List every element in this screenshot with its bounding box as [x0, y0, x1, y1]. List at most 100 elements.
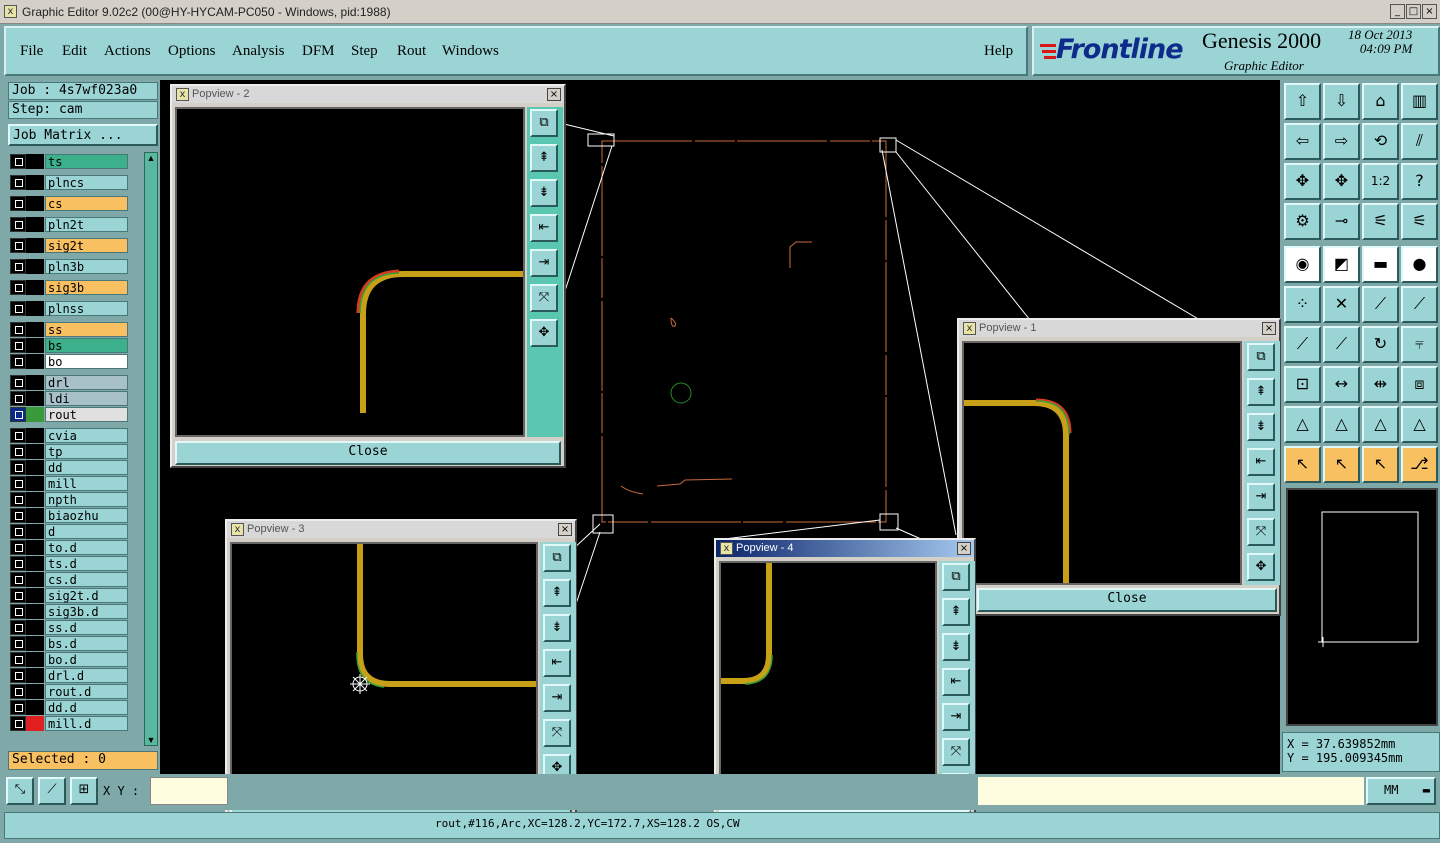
layer-color-swatch[interactable] [26, 524, 44, 539]
popview-1-close-button[interactable]: Close [977, 588, 1277, 612]
layer-color-swatch[interactable] [26, 259, 44, 274]
layer-color-swatch[interactable] [26, 476, 44, 491]
scroll-down-icon[interactable]: ▼ [146, 735, 156, 745]
layer-name[interactable]: tp [45, 444, 128, 459]
layer-row-sig2t.d[interactable]: sig2t.d [10, 588, 134, 603]
popview-2-view[interactable] [175, 107, 525, 437]
layer-color-swatch[interactable] [26, 375, 44, 390]
stretch-icon[interactable]: ⇹ [1362, 366, 1399, 403]
split-view-icon[interactable]: ▥ [1401, 83, 1438, 120]
layer-name[interactable]: sig3b [45, 280, 128, 295]
layer-name[interactable]: bs [45, 338, 128, 353]
layer-name[interactable]: plnss [45, 301, 128, 316]
layer-row-cs.d[interactable]: cs.d [10, 572, 134, 587]
pan-left-icon[interactable]: ⇤ [1247, 448, 1275, 476]
layer-name[interactable]: bo.d [45, 652, 128, 667]
layer-row-drl.d[interactable]: drl.d [10, 668, 134, 683]
layer-name[interactable]: ts.d [45, 556, 128, 571]
zoom-in-icon[interactable]: ✥ [530, 319, 558, 347]
layer-row-bo.d[interactable]: bo.d [10, 652, 134, 667]
layer-row-plnss[interactable]: plnss [10, 301, 134, 316]
ruler-icon[interactable]: ▬ [1362, 246, 1399, 283]
layer-color-swatch[interactable] [26, 572, 44, 587]
layer-color-swatch[interactable] [26, 636, 44, 651]
layer-row-bo[interactable]: bo [10, 354, 134, 369]
copy-icon[interactable]: ⧈ [1401, 366, 1438, 403]
pan-up-icon[interactable]: ⇞ [543, 579, 571, 607]
layer-checkbox[interactable] [10, 588, 26, 603]
zoom-out-icon[interactable]: ⤧ [942, 738, 970, 766]
layer-row-ldi[interactable]: ldi [10, 391, 134, 406]
menu-options[interactable]: Options [168, 43, 216, 60]
layer-checkbox[interactable] [10, 652, 26, 667]
layer-checkbox[interactable] [10, 700, 26, 715]
layer-checkbox[interactable] [10, 572, 26, 587]
layer-color-swatch[interactable] [26, 322, 44, 337]
layer-checkbox[interactable] [10, 375, 26, 390]
layer-name[interactable]: rout.d [45, 684, 128, 699]
layer-checkbox[interactable] [10, 154, 26, 169]
layer-color-swatch[interactable] [26, 716, 44, 731]
overview-map[interactable] [1286, 488, 1438, 726]
layer-checkbox[interactable] [10, 556, 26, 571]
popview-3-close-icon[interactable]: × [558, 523, 572, 536]
layer-name[interactable]: d [45, 524, 128, 539]
units-selector[interactable]: MM ▬ [1366, 777, 1436, 805]
pan-left-icon[interactable]: ⇤ [530, 214, 558, 242]
triangle-alt-icon[interactable]: △ [1401, 406, 1438, 443]
select-icon[interactable]: ↖ [1284, 446, 1321, 483]
layer-checkbox[interactable] [10, 407, 26, 422]
menu-analysis[interactable]: Analysis [232, 43, 285, 60]
menu-windows[interactable]: Windows [442, 43, 499, 60]
layer-color-swatch[interactable] [26, 428, 44, 443]
layer-row-npth[interactable]: npth [10, 492, 134, 507]
circle-icon[interactable]: ● [1401, 246, 1438, 283]
pan-left-icon[interactable]: ⇦ [1284, 123, 1321, 160]
layer-name[interactable]: bs.d [45, 636, 128, 651]
pan-down-icon[interactable]: ⇟ [942, 633, 970, 661]
layer-checkbox[interactable] [10, 460, 26, 475]
layer-color-swatch[interactable] [26, 301, 44, 316]
layer-color-swatch[interactable] [26, 354, 44, 369]
layer-row-ts.d[interactable]: ts.d [10, 556, 134, 571]
layer-color-swatch[interactable] [26, 540, 44, 555]
layer-name[interactable]: cs.d [45, 572, 128, 587]
pan-left-icon[interactable]: ⇤ [543, 649, 571, 677]
layer-checkbox[interactable] [10, 492, 26, 507]
popview-4-close-icon[interactable]: × [957, 542, 971, 555]
layer-row-sig3b.d[interactable]: sig3b.d [10, 604, 134, 619]
pan-left-icon[interactable]: ⇤ [942, 668, 970, 696]
layer-checkbox[interactable] [10, 508, 26, 523]
fit-screen-icon[interactable]: ✥ [1284, 163, 1321, 200]
maximize-button[interactable]: □ [1406, 4, 1421, 19]
measure-alt-icon[interactable]: △ [1323, 406, 1360, 443]
layer-checkbox[interactable] [10, 668, 26, 683]
popview-1-view[interactable] [962, 341, 1242, 585]
arc-icon[interactable]: ⟋ [1401, 286, 1438, 323]
snap-icon[interactable]: ⟋ [38, 777, 66, 805]
line-icon[interactable]: ⟋ [1362, 286, 1399, 323]
layer-name[interactable]: sig3b.d [45, 604, 128, 619]
pan-right-icon[interactable]: ⇨ [1323, 123, 1360, 160]
layer-checkbox[interactable] [10, 238, 26, 253]
layer-checkbox[interactable] [10, 716, 26, 731]
layer-row-d[interactable]: d [10, 524, 134, 539]
layer-color-swatch[interactable] [26, 217, 44, 232]
layer-color-swatch[interactable] [26, 460, 44, 475]
triangle-icon[interactable]: △ [1362, 406, 1399, 443]
probe-icon[interactable]: ⊸ [1323, 203, 1360, 240]
layer-checkbox[interactable] [10, 338, 26, 353]
close-window-button[interactable]: × [1422, 4, 1437, 19]
layer-scrollbar[interactable]: ▲ ▼ [144, 152, 158, 746]
scale-icon[interactable]: 1:2 [1362, 163, 1399, 200]
layer-name[interactable]: dd [45, 460, 128, 475]
layer-name[interactable]: sig2t [45, 238, 128, 253]
layer-row-mill[interactable]: mill [10, 476, 134, 491]
popview-2-close-button[interactable]: Close [175, 441, 561, 465]
select-zone-icon[interactable]: ↖ [1362, 446, 1399, 483]
popview-zoom-icon[interactable]: ⧉ [530, 109, 558, 137]
pan-down-icon[interactable]: ⇟ [543, 614, 571, 642]
layer-name[interactable]: rout [45, 407, 128, 422]
route-icon[interactable]: ⎇ [1401, 446, 1438, 483]
layer-color-swatch[interactable] [26, 668, 44, 683]
